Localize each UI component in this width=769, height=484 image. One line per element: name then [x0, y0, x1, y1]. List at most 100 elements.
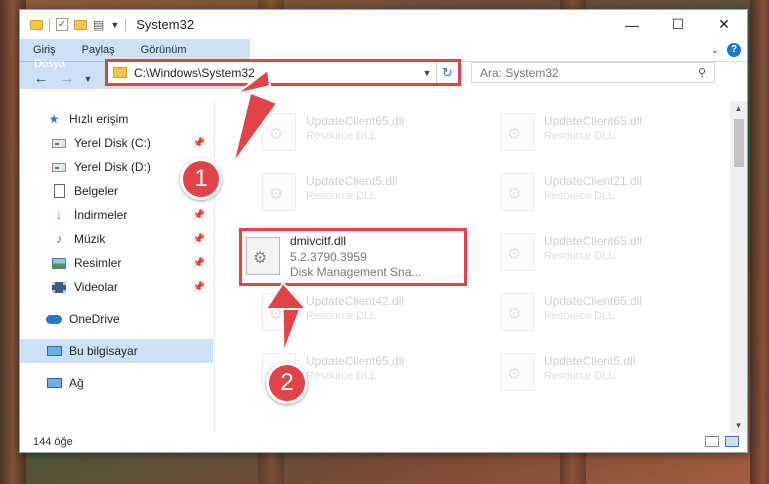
file-item[interactable]: UpdateClient5.dll Resource DLL: [258, 166, 488, 216]
refresh-icon[interactable]: ↻: [436, 62, 458, 83]
file-type: Resource DLL: [306, 130, 377, 142]
dll-file-icon: [500, 353, 534, 391]
pin-icon[interactable]: 📌: [193, 138, 205, 149]
dll-file-icon: [262, 293, 296, 331]
sidebar-item-label: Yerel Disk (C:): [74, 136, 151, 150]
scroll-up-icon[interactable]: ▲: [730, 104, 747, 113]
search-input[interactable]: Ara: System32 ⚲: [471, 62, 715, 83]
dll-file-icon: [500, 173, 534, 211]
sidebar-item-local-disk-c[interactable]: Yerel Disk (C:) 📌: [20, 131, 213, 155]
step-badge-2: 2: [266, 362, 308, 404]
scroll-down-icon[interactable]: ▼: [730, 421, 747, 430]
file-type: Resource DLL: [544, 130, 615, 142]
dll-file-icon: [500, 293, 534, 331]
sidebar-item-pictures[interactable]: Resimler 📌: [20, 251, 213, 275]
divider: [125, 17, 127, 32]
pin-icon[interactable]: 📌: [193, 234, 205, 245]
music-icon: ♪: [56, 232, 62, 246]
file-name: UpdateClient65.dll: [306, 114, 405, 128]
details-view-icon[interactable]: [705, 436, 719, 447]
properties-check-icon[interactable]: ✓: [56, 18, 68, 31]
videos-icon: [51, 280, 67, 294]
dll-file-icon: [500, 113, 534, 151]
minimize-button[interactable]: —: [609, 10, 655, 39]
file-name: UpdateClient42.dll: [306, 294, 405, 308]
computer-icon: [46, 344, 62, 358]
dll-file-icon: [262, 113, 296, 151]
file-item[interactable]: UpdateClient42.dll Resource DLL: [258, 286, 488, 336]
chevron-down-icon[interactable]: ▼: [418, 68, 436, 78]
scroll-thumb[interactable]: [734, 119, 744, 167]
file-name: UpdateClient65.dll: [544, 234, 643, 248]
highlight-box-file: [239, 228, 467, 286]
title-bar: ✓ ▤ ▼ System32 — ☐ ✕: [20, 10, 747, 39]
file-type: Resource DLL: [306, 190, 377, 202]
quick-access-toolbar: ✓ ▤ ▼: [20, 17, 127, 32]
address-bar[interactable]: C:\Windows\System32 ▼ ↻: [105, 59, 461, 86]
sidebar-item-onedrive[interactable]: OneDrive: [20, 307, 213, 331]
file-item[interactable]: UpdateClient65.dll Resource DLL: [258, 106, 488, 156]
file-item[interactable]: UpdateClient5.dll Resource DLL: [496, 346, 726, 396]
folder-icon: [30, 19, 43, 30]
chevron-down-icon[interactable]: ▼: [110, 20, 119, 30]
sidebar-item-downloads[interactable]: ↓ İndirmeler 📌: [20, 203, 213, 227]
file-type: Resource DLL: [544, 190, 615, 202]
dll-file-icon: [500, 233, 534, 271]
sidebar-item-label: İndirmeler: [74, 208, 128, 222]
sidebar-item-label: Ağ: [69, 376, 84, 390]
pin-icon[interactable]: 📌: [193, 210, 205, 221]
large-icons-view-icon[interactable]: [725, 436, 739, 447]
sidebar-item-label: Resimler: [74, 256, 122, 270]
item-count: 144 öğe: [33, 435, 73, 448]
file-type: Resource DLL: [544, 370, 615, 382]
sidebar-item-quick-access[interactable]: ★ Hızlı erişim: [20, 107, 213, 131]
file-name: UpdateClient5.dll: [306, 174, 398, 188]
file-item[interactable]: UpdateClient65.dll Resource DLL: [496, 106, 726, 156]
file-item[interactable]: UpdateClient21.dll Resource DLL: [496, 166, 726, 216]
file-type: Resource DLL: [306, 370, 377, 382]
sidebar-item-label: Hızlı erişim: [69, 112, 129, 126]
file-name: UpdateClient21.dll: [544, 174, 643, 188]
customize-icon[interactable]: ▤: [93, 18, 104, 32]
folder-icon: [113, 67, 127, 78]
document-icon: [51, 184, 67, 198]
file-name: UpdateClient5.dll: [544, 354, 636, 368]
sidebar-item-videos[interactable]: Videolar 📌: [20, 275, 213, 299]
status-bar: 144 öğe: [20, 431, 747, 452]
star-icon: ★: [48, 112, 60, 126]
vertical-scrollbar[interactable]: ▲ ▼: [730, 101, 747, 433]
file-type: Resource DLL: [306, 310, 377, 322]
maximize-button[interactable]: ☐: [655, 10, 701, 39]
new-folder-icon[interactable]: [74, 19, 87, 30]
help-icon[interactable]: ?: [727, 43, 741, 57]
sidebar-item-label: Yerel Disk (D:): [74, 160, 151, 174]
expand-ribbon-icon[interactable]: ⌄: [711, 45, 719, 56]
divider: [49, 17, 50, 32]
close-button[interactable]: ✕: [701, 10, 747, 39]
pin-icon[interactable]: 📌: [193, 258, 205, 269]
dll-file-icon: [262, 173, 296, 211]
sidebar-item-label: Bu bilgisayar: [69, 344, 138, 358]
file-name: UpdateClient65.dll: [306, 354, 405, 368]
sidebar-item-label: Müzik: [74, 232, 106, 246]
pin-icon[interactable]: 📌: [193, 282, 205, 293]
sidebar-item-label: OneDrive: [69, 312, 120, 326]
window-title: System32: [136, 17, 195, 32]
file-item[interactable]: UpdateClient65.dll Resource DLL: [496, 286, 726, 336]
cloud-icon: [46, 312, 62, 326]
drive-icon: [51, 160, 67, 174]
drive-icon: [51, 136, 67, 150]
file-item[interactable]: UpdateClient65.dll Resource DLL: [496, 226, 726, 276]
search-icon: ⚲: [697, 67, 706, 79]
file-type: Resource DLL: [544, 250, 615, 262]
sidebar-item-music[interactable]: ♪ Müzik 📌: [20, 227, 213, 251]
address-path[interactable]: C:\Windows\System32: [134, 66, 418, 80]
sidebar-item-this-pc[interactable]: Bu bilgisayar: [20, 339, 213, 363]
navigation-pane: ★ Hızlı erişim Yerel Disk (C:) 📌 Yerel D…: [20, 101, 215, 433]
sidebar-item-label: Videolar: [74, 280, 118, 294]
file-type: Resource DLL: [544, 310, 615, 322]
network-icon: [46, 376, 62, 390]
download-icon: ↓: [56, 208, 62, 222]
step-badge-1: 1: [180, 158, 222, 200]
sidebar-item-network[interactable]: Ağ: [20, 371, 213, 395]
